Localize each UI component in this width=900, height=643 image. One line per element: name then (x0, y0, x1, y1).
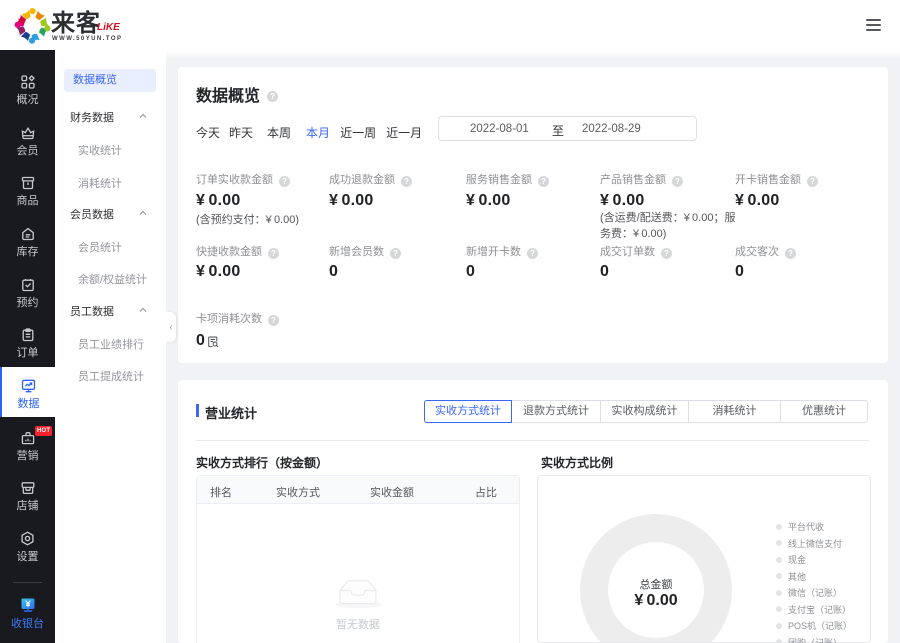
svg-text:WWW.50YUN.TOP: WWW.50YUN.TOP (52, 36, 122, 42)
svg-text:来客: 来客 (51, 9, 101, 37)
svg-text:LiKE: LiKE (97, 22, 120, 33)
